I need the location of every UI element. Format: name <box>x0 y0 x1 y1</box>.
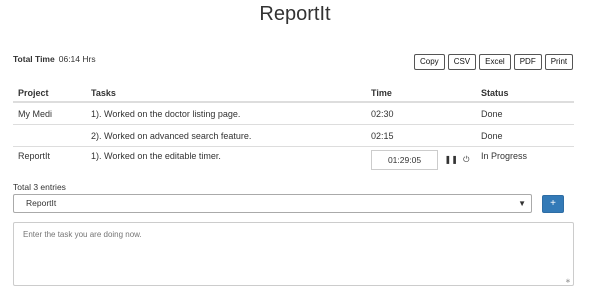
tasks-table: Project Tasks Time Status My Medi 1). Wo… <box>13 84 574 177</box>
project-cell: My Medi <box>18 108 53 119</box>
pause-icon[interactable]: ❚❚ <box>445 155 458 164</box>
time-cell: 02:30 <box>371 108 394 119</box>
total-time: Total Time 06:14 Hrs <box>13 54 96 64</box>
task-cell: 2). Worked on advanced search feature. <box>86 124 366 147</box>
total-time-value: 06:14 Hrs <box>58 54 96 64</box>
excel-button[interactable]: Excel <box>479 54 511 70</box>
print-button[interactable]: Print <box>544 54 574 70</box>
power-icon[interactable]: ⏻ <box>463 155 469 164</box>
task-cell: 1). Worked on the editable timer. <box>86 146 366 177</box>
copy-button[interactable]: Copy <box>414 54 445 70</box>
status-cell: Done <box>476 124 574 147</box>
timer-controls: ❚❚ ⏻ <box>445 155 470 165</box>
column-header-time: Time <box>366 84 476 103</box>
total-time-label: Total Time <box>13 54 55 64</box>
table-row: 2). Worked on advanced search feature. 0… <box>13 124 574 147</box>
time-cell: 01:29:05 ❚❚ ⏻ <box>366 146 476 177</box>
total-entries: Total 3 entries <box>13 182 66 192</box>
table-row: ReportIt 1). Worked on the editable time… <box>13 146 574 177</box>
column-header-tasks: Tasks <box>86 84 366 103</box>
resize-grip-icon[interactable]: ∗ <box>565 277 571 285</box>
table-header-row: Project Tasks Time Status <box>13 84 574 103</box>
csv-button[interactable]: CSV <box>447 54 477 70</box>
column-header-status: Status <box>476 84 574 103</box>
pdf-button[interactable]: PDF <box>513 54 542 70</box>
status-cell: In Progress <box>476 146 574 177</box>
page-title: ReportIt <box>259 3 331 25</box>
column-header-project: Project <box>13 84 86 103</box>
project-select[interactable]: ReportIt ▼ <box>13 194 532 213</box>
project-select-value: ReportIt <box>26 198 57 208</box>
status-cell: Done <box>481 108 503 119</box>
timer-input[interactable]: 01:29:05 <box>371 150 438 170</box>
table-row: My Medi 1). Worked on the doctor listing… <box>13 102 574 125</box>
project-cell: ReportIt <box>13 146 86 177</box>
task-input[interactable] <box>13 222 574 286</box>
task-cell: 1). Worked on the doctor listing page. <box>91 108 241 119</box>
time-cell: 02:15 <box>366 124 476 147</box>
project-cell <box>13 124 86 147</box>
export-button-group: Copy CSV Excel PDF Print <box>414 54 574 70</box>
caret-down-icon: ▼ <box>518 199 526 208</box>
add-task-button[interactable]: + <box>542 195 564 213</box>
